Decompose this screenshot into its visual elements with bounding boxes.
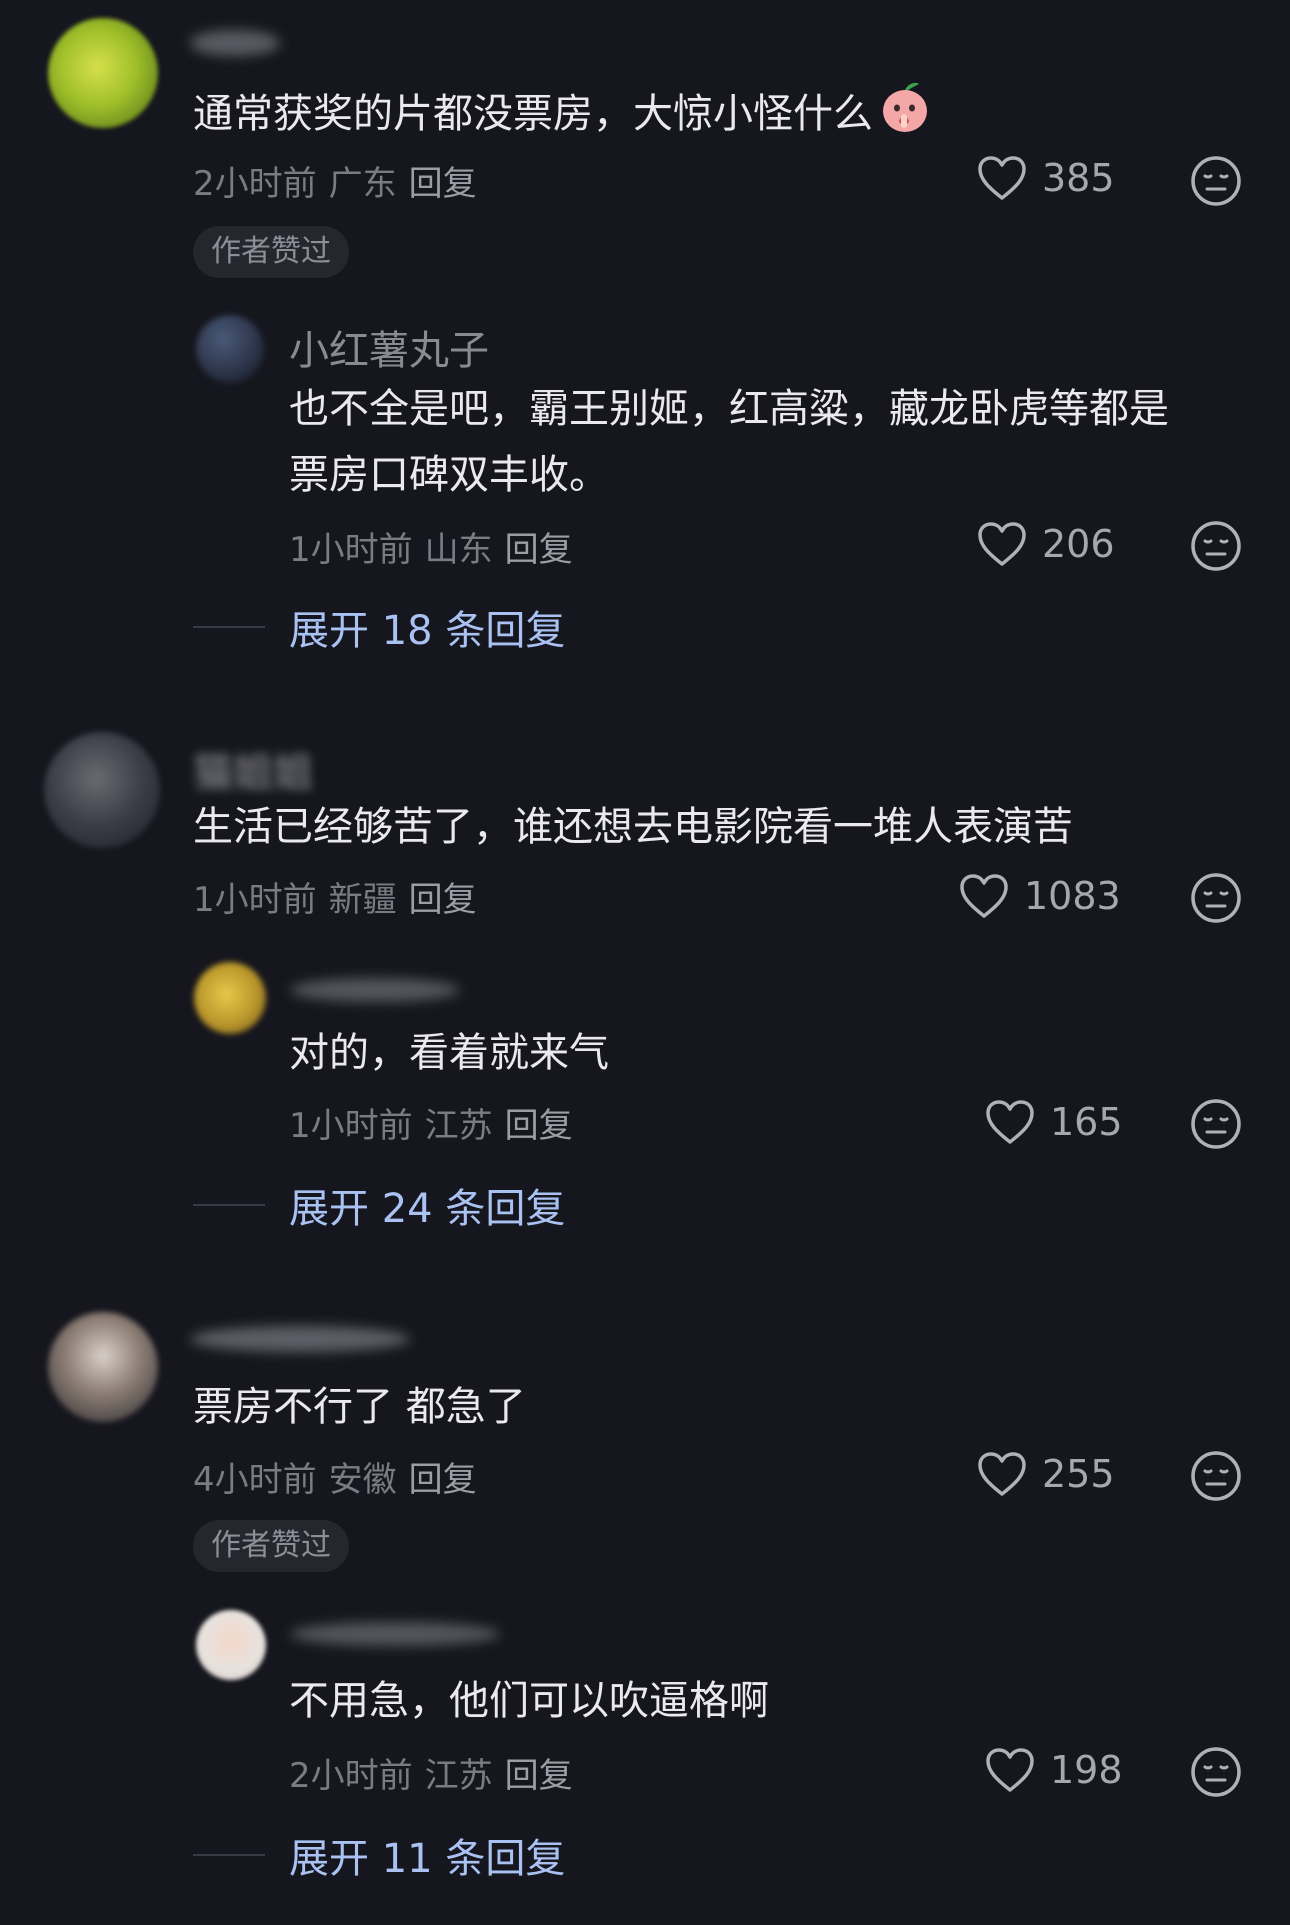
reply-meta: 2小时前 江苏 回复 bbox=[289, 1756, 573, 1796]
reply-button[interactable]: 回复 bbox=[505, 1106, 573, 1146]
like-count: 385 bbox=[1042, 156, 1115, 200]
heart-outline-icon bbox=[978, 522, 1026, 566]
reply-avatar[interactable] bbox=[196, 1610, 266, 1680]
comment-text: 票房不行了 都急了 bbox=[193, 1384, 526, 1430]
like-button[interactable]: 255 bbox=[976, 1450, 1115, 1498]
comment-text: 通常获奖的片都没票房，大惊小怪什么 bbox=[193, 78, 931, 154]
like-count: 165 bbox=[1050, 1100, 1123, 1144]
comment-text: 生活已经够苦了，谁还想去电影院看一堆人表演苦 bbox=[193, 804, 1073, 850]
heart-outline-icon bbox=[986, 1748, 1034, 1792]
reply-meta: 1小时前 江苏 回复 bbox=[289, 1106, 573, 1146]
reply-username[interactable]: 小红薯丸子 bbox=[289, 318, 489, 376]
heart-outline-icon bbox=[960, 874, 1008, 918]
neutral-face-icon[interactable] bbox=[1190, 1098, 1242, 1150]
neutral-face-icon[interactable] bbox=[1190, 1450, 1242, 1502]
reply-username-blurred bbox=[290, 978, 460, 1002]
reply-avatar[interactable] bbox=[196, 315, 264, 383]
reply-button[interactable]: 回复 bbox=[409, 164, 477, 204]
reply-button[interactable]: 回复 bbox=[409, 1460, 477, 1500]
like-button[interactable]: 165 bbox=[984, 1098, 1123, 1146]
heart-outline-icon bbox=[978, 156, 1026, 200]
like-button[interactable]: 1083 bbox=[958, 872, 1121, 920]
reply-text: 不用急，他们可以吹逼格啊 bbox=[289, 1678, 769, 1724]
like-button[interactable]: 198 bbox=[984, 1746, 1123, 1794]
like-button[interactable]: 385 bbox=[976, 154, 1115, 202]
divider-line bbox=[193, 1854, 265, 1856]
neutral-face-icon[interactable] bbox=[1190, 155, 1242, 207]
reply-avatar[interactable] bbox=[194, 962, 266, 1034]
comment-meta: 1小时前 新疆 回复 bbox=[193, 880, 477, 920]
expand-replies[interactable]: 展开 11 条回复 bbox=[193, 1826, 565, 1884]
neutral-face-icon[interactable] bbox=[1190, 520, 1242, 572]
avatar[interactable] bbox=[48, 18, 158, 128]
peach-emoji-icon bbox=[879, 78, 931, 154]
reply-button[interactable]: 回复 bbox=[409, 880, 477, 920]
divider-line bbox=[193, 626, 265, 628]
avatar[interactable] bbox=[44, 732, 160, 848]
neutral-face-icon[interactable] bbox=[1190, 1746, 1242, 1798]
heart-outline-icon bbox=[986, 1100, 1034, 1144]
like-button[interactable]: 206 bbox=[976, 520, 1115, 568]
like-count: 1083 bbox=[1024, 874, 1121, 918]
reply-username-blurred bbox=[290, 1622, 500, 1646]
author-liked-badge: 作者赞过 bbox=[193, 226, 349, 278]
username-blurred bbox=[190, 1326, 410, 1352]
reply-button[interactable]: 回复 bbox=[505, 1756, 573, 1796]
comment-meta: 2小时前 广东 回复 bbox=[193, 164, 477, 204]
username[interactable]: 猫姐姐 bbox=[193, 740, 313, 798]
username-blurred bbox=[190, 30, 280, 56]
reply-text: 也不全是吧，霸王别姬，红高粱，藏龙卧虎等都是 票房口碑双丰收。 bbox=[289, 386, 1169, 498]
divider-line bbox=[193, 1204, 265, 1206]
like-count: 198 bbox=[1050, 1748, 1123, 1792]
author-liked-badge: 作者赞过 bbox=[193, 1520, 349, 1572]
heart-outline-icon bbox=[978, 1452, 1026, 1496]
expand-replies[interactable]: 展开 24 条回复 bbox=[193, 1176, 565, 1234]
like-count: 255 bbox=[1042, 1452, 1115, 1496]
reply-meta: 1小时前 山东 回复 bbox=[289, 530, 573, 570]
avatar[interactable] bbox=[48, 1312, 158, 1422]
reply-text: 对的，看着就来气 bbox=[289, 1030, 609, 1076]
reply-button[interactable]: 回复 bbox=[505, 530, 573, 570]
expand-replies[interactable]: 展开 18 条回复 bbox=[193, 598, 565, 656]
comment-meta: 4小时前 安徽 回复 bbox=[193, 1460, 477, 1500]
neutral-face-icon[interactable] bbox=[1190, 872, 1242, 924]
like-count: 206 bbox=[1042, 522, 1115, 566]
